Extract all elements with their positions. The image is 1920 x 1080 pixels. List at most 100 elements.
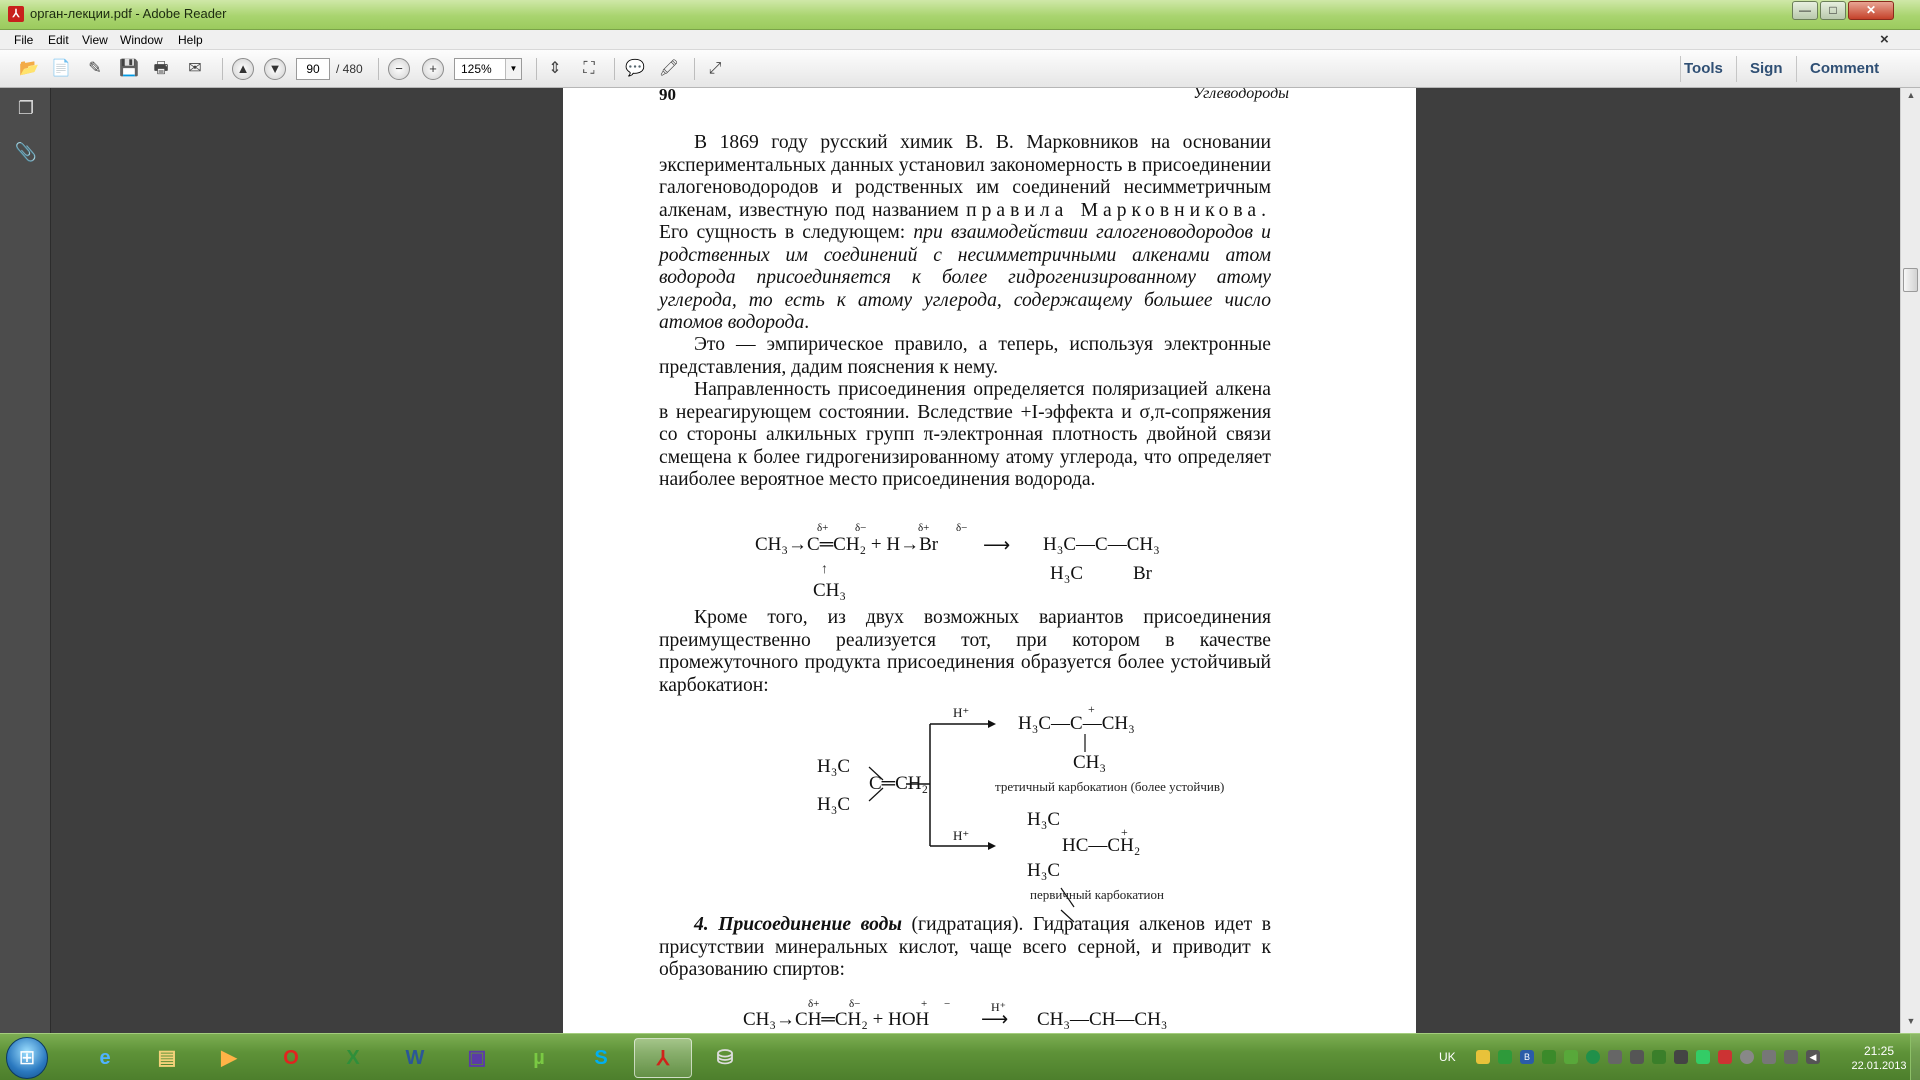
tray-icon[interactable]	[1542, 1050, 1556, 1064]
maximize-button[interactable]: □	[1820, 1, 1846, 20]
toolbar-separator	[378, 58, 379, 80]
navigation-pane: ❐ 📎	[0, 88, 51, 1033]
language-indicator[interactable]: UK	[1439, 1050, 1456, 1064]
scheme2-branch-lines	[868, 720, 1086, 923]
word-icon[interactable]: W	[386, 1038, 444, 1078]
tray-icon[interactable]	[1762, 1050, 1776, 1064]
document-area: 90 Углеводороды В 1869 году русский хими…	[51, 88, 1900, 1033]
open-file-icon[interactable]: 📂	[18, 59, 40, 79]
fit-width-icon[interactable]: ⛶	[578, 59, 600, 79]
comment-button[interactable]: Comment	[1810, 60, 1879, 77]
toolbar-separator	[694, 58, 695, 80]
save-app-icon[interactable]: ▣	[448, 1038, 506, 1078]
zoom-in-icon[interactable]: +	[422, 58, 444, 80]
adobe-reader-taskbar-icon[interactable]: ⅄	[634, 1038, 692, 1078]
tools-button[interactable]: Tools	[1684, 60, 1723, 77]
next-page-icon[interactable]: ▼	[264, 58, 286, 80]
edit-pdf-icon[interactable]: ✎	[84, 59, 106, 79]
tray-icon[interactable]	[1652, 1050, 1666, 1064]
excel-icon[interactable]: X	[324, 1038, 382, 1078]
volume-icon[interactable]: ◀	[1806, 1050, 1820, 1064]
previous-page-icon[interactable]: ▲	[232, 58, 254, 80]
scroll-down-icon[interactable]: ▼	[1904, 1016, 1918, 1030]
app-icon[interactable]: ⛁	[696, 1038, 754, 1078]
toolbar-separator	[536, 58, 537, 80]
menu-file[interactable]: File	[14, 33, 33, 47]
tray-icon[interactable]	[1696, 1050, 1710, 1064]
toolbar-separator	[1736, 56, 1737, 82]
scroll-up-icon[interactable]: ▲	[1904, 90, 1918, 104]
opera-icon[interactable]: O	[262, 1038, 320, 1078]
toolbar-separator	[1796, 56, 1797, 82]
tray-icon[interactable]	[1608, 1050, 1622, 1064]
menu-edit[interactable]: Edit	[48, 33, 69, 47]
pdf-page: 90 Углеводороды В 1869 году русский хими…	[563, 88, 1416, 1033]
primary-carbocation: HC—CH₂	[1062, 835, 1141, 856]
tertiary-label: третичный карбокатион (более устойчив)	[995, 779, 1225, 794]
scheme3-reactants: CH₃→CH═CH₂ + HOH	[743, 1009, 930, 1030]
primary-h3c-top: H₃C	[1027, 809, 1061, 830]
menu-window[interactable]: Window	[120, 33, 163, 47]
close-button[interactable]: ✕	[1848, 1, 1894, 20]
tray-icon[interactable]	[1498, 1050, 1512, 1064]
network-icon[interactable]	[1784, 1050, 1798, 1064]
chevron-down-icon[interactable]: ▼	[505, 59, 521, 79]
zoom-select[interactable]: 125% ▼	[454, 58, 522, 80]
tray-icon[interactable]	[1476, 1050, 1490, 1064]
minimize-button[interactable]: —	[1792, 1, 1818, 20]
tray-icon[interactable]	[1630, 1050, 1644, 1064]
toolbar-separator	[222, 58, 223, 80]
tertiary-methyl: CH₃	[1073, 752, 1107, 773]
menu-help[interactable]: Help	[178, 33, 203, 47]
zoom-out-icon[interactable]: −	[388, 58, 410, 80]
page-number-input[interactable]	[296, 58, 330, 80]
tray-icon[interactable]	[1564, 1050, 1578, 1064]
attachments-icon[interactable]: 📎	[14, 140, 38, 164]
page-thumbnails-icon[interactable]: ❐	[14, 96, 38, 120]
sticky-note-icon[interactable]: 💬	[624, 59, 646, 79]
print-icon[interactable]: 🖶	[150, 59, 172, 79]
scrollbar-thumb[interactable]	[1903, 268, 1918, 292]
tertiary-carbocation: H₃C—C—CH₃	[1018, 713, 1135, 734]
clock-time[interactable]: 21:25	[1854, 1044, 1904, 1058]
vertical-scrollbar[interactable]: ▲ ▼	[1900, 88, 1920, 1033]
skype-icon[interactable]: S	[572, 1038, 630, 1078]
primary-h3c-bottom: H₃C	[1027, 860, 1061, 881]
tray-icon[interactable]	[1674, 1050, 1688, 1064]
tray-icon[interactable]	[1740, 1050, 1754, 1064]
tray-icon[interactable]: B	[1520, 1050, 1534, 1064]
taskbar: ⊞ e ▤ ▶ O X W ▣ µ S ⅄ ⛁ UK B ◀ 21:25 22.…	[0, 1033, 1920, 1080]
tray-icon[interactable]	[1586, 1050, 1600, 1064]
media-player-icon[interactable]: ▶	[200, 1038, 258, 1078]
scheme2-reactant-top: H₃C	[817, 756, 851, 777]
menu-bar: File Edit View Window Help ×	[0, 30, 1920, 50]
reaction-arrow: ⟶	[981, 1009, 1008, 1030]
clock-date[interactable]: 22.01.2013	[1848, 1060, 1910, 1072]
save-icon[interactable]: 💾	[118, 59, 140, 79]
charge-plus: +	[1088, 702, 1095, 716]
internet-explorer-icon[interactable]: e	[76, 1038, 134, 1078]
toolbar: 📂 📄 ✎ 💾 🖶 ✉ ▲ ▼ / 480 − + 125% ▼ ⇕ ⛶ 💬 🖍…	[0, 50, 1920, 88]
toolbar-separator	[614, 58, 615, 80]
primary-label: первичный карбокатион	[1030, 887, 1164, 902]
highlight-icon[interactable]: 🖍	[658, 59, 680, 79]
email-icon[interactable]: ✉	[184, 59, 206, 79]
sign-button[interactable]: Sign	[1750, 60, 1783, 77]
menu-view[interactable]: View	[82, 33, 108, 47]
file-explorer-icon[interactable]: ▤	[138, 1038, 196, 1078]
scheme2-reactant-mid: C═CH₂	[869, 773, 929, 794]
scheme2-catalyst-bottom: H⁺	[953, 828, 970, 843]
show-desktop-button[interactable]	[1910, 1034, 1920, 1080]
delta-plus: δ+	[808, 998, 820, 1010]
fit-page-icon[interactable]: ⇕	[544, 59, 566, 79]
close-document-icon[interactable]: ×	[1880, 31, 1889, 48]
create-pdf-icon[interactable]: 📄	[50, 59, 72, 79]
title-bar: ⅄ орган-лекции.pdf - Adobe Reader — □ ✕	[0, 0, 1920, 30]
scheme2-reactant-bot: H₃C	[817, 794, 851, 815]
delta-minus: δ−	[849, 998, 861, 1010]
paragraph-hydration: 4. Присоединение воды (гидратация). Гидр…	[659, 914, 1271, 982]
start-button[interactable]: ⊞	[6, 1037, 48, 1079]
tray-icon[interactable]	[1718, 1050, 1732, 1064]
utorrent-icon[interactable]: µ	[510, 1038, 568, 1078]
expand-icon[interactable]: ⤢	[704, 59, 726, 79]
